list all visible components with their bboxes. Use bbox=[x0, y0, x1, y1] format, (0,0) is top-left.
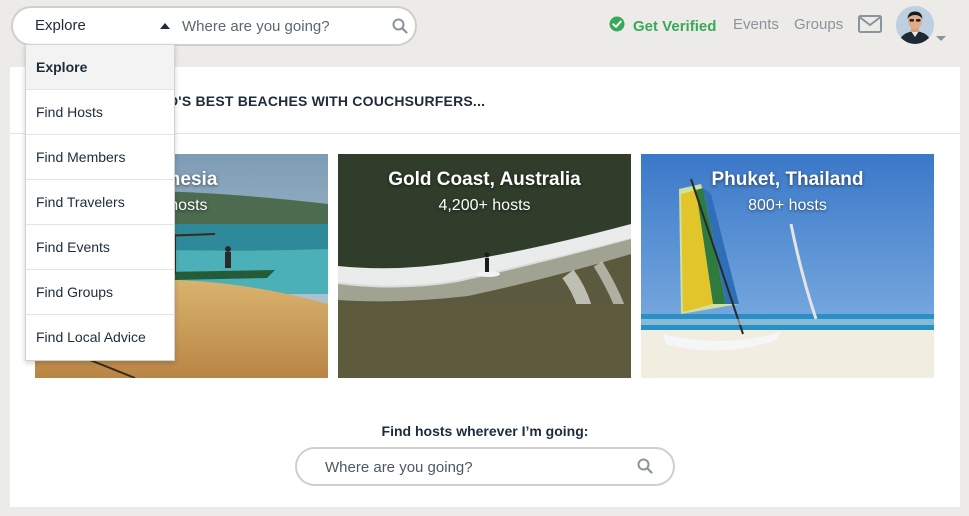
avatar[interactable] bbox=[896, 6, 934, 44]
menu-item-find-events[interactable]: Find Events bbox=[26, 225, 174, 270]
nav-events-link[interactable]: Events bbox=[733, 16, 779, 33]
destination-card-gold-coast[interactable]: Gold Coast, Australia 4,200+ hosts bbox=[338, 154, 631, 378]
caret-up-icon[interactable] bbox=[160, 23, 170, 29]
search-icon[interactable] bbox=[637, 458, 653, 474]
caret-down-icon[interactable] bbox=[936, 36, 946, 41]
menu-item-find-local-advice[interactable]: Find Local Advice bbox=[26, 315, 174, 360]
destination-name: Gold Coast, Australia bbox=[388, 169, 581, 190]
destination-hosts: 800+ hosts bbox=[748, 197, 827, 214]
search-icon[interactable] bbox=[392, 18, 408, 34]
menu-item-find-hosts[interactable]: Find Hosts bbox=[26, 90, 174, 135]
menu-item-find-groups[interactable]: Find Groups bbox=[26, 270, 174, 315]
destination-hosts: 4,200+ hosts bbox=[438, 197, 531, 214]
destination-card-phuket[interactable]: Phuket, Thailand 800+ hosts bbox=[641, 154, 934, 378]
explore-dropdown-menu: Explore Find Hosts Find Members Find Tra… bbox=[25, 44, 175, 361]
check-circle-icon bbox=[609, 16, 625, 37]
mail-icon[interactable] bbox=[858, 15, 882, 38]
explore-search-bar: Explore bbox=[11, 6, 417, 46]
destination-search-input[interactable] bbox=[325, 457, 615, 477]
destination-name: Phuket, Thailand bbox=[711, 169, 864, 190]
menu-item-find-members[interactable]: Find Members bbox=[26, 135, 174, 180]
bottom-search-bar bbox=[295, 447, 675, 486]
get-verified-label: Get Verified bbox=[633, 18, 717, 35]
search-input[interactable] bbox=[182, 16, 372, 36]
explore-toggle[interactable]: Explore bbox=[35, 17, 86, 34]
menu-item-find-travelers[interactable]: Find Travelers bbox=[26, 180, 174, 225]
menu-item-explore[interactable]: Explore bbox=[26, 45, 174, 90]
get-verified-link[interactable]: Get Verified bbox=[609, 16, 716, 37]
find-hosts-label: Find hosts wherever I’m going: bbox=[381, 423, 589, 439]
section-title: D'S BEST BEACHES WITH COUCHSURFERS... bbox=[168, 93, 486, 109]
nav-groups-link[interactable]: Groups bbox=[794, 16, 843, 33]
